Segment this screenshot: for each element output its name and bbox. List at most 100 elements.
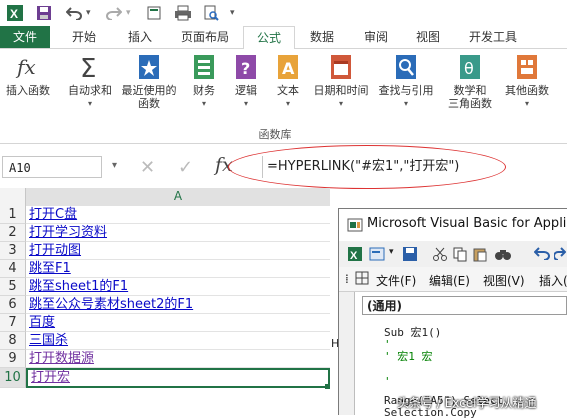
- table-row: 9 打开数据源: [0, 350, 330, 368]
- view-excel-icon[interactable]: X: [347, 246, 363, 265]
- menu-view[interactable]: 视图(V): [483, 272, 525, 289]
- tab-developer[interactable]: 开发工具: [458, 26, 528, 48]
- text-button[interactable]: A 文本 ▾: [268, 53, 308, 110]
- cell[interactable]: 打开C盘: [26, 206, 330, 224]
- lookup-reference-button[interactable]: 查找与引用 ▾: [374, 53, 438, 110]
- hyperlink[interactable]: 跳至F1: [29, 261, 71, 276]
- insert-function-button[interactable]: fx 插入函数: [0, 53, 56, 97]
- hyperlink[interactable]: 三国杀: [29, 333, 68, 348]
- star-book-icon: [136, 53, 162, 81]
- copy-icon[interactable]: [452, 246, 468, 265]
- menu-insert[interactable]: 插入(: [539, 272, 567, 289]
- row-header[interactable]: 6: [0, 296, 26, 314]
- watermark: 头条号 / Excel学习从精通: [397, 396, 537, 410]
- redo-icon[interactable]: [553, 246, 567, 263]
- logical-button[interactable]: ? 逻辑 ▾: [226, 53, 266, 110]
- insert-userform-icon[interactable]: [369, 246, 387, 265]
- tab-page-layout[interactable]: 页面布局: [170, 26, 240, 48]
- hyperlink[interactable]: 跳至sheet1的F1: [29, 279, 128, 294]
- date-time-label: 日期和时间: [313, 84, 369, 97]
- dropdown-icon[interactable]: ▾: [86, 4, 91, 22]
- autosum-button[interactable]: Σ 自动求和 ▾: [62, 53, 118, 110]
- hyperlink[interactable]: 打开学习资料: [29, 225, 107, 240]
- active-cell[interactable]: 打开宏: [26, 368, 330, 388]
- row-header[interactable]: 5: [0, 278, 26, 296]
- chevron-down-icon: ▾: [285, 99, 290, 108]
- cell[interactable]: 打开动图: [26, 242, 330, 260]
- print-icon[interactable]: [174, 4, 192, 22]
- hyperlink[interactable]: 跳至公众号素材sheet2的F1: [29, 297, 193, 312]
- cancel-icon[interactable]: ✕: [140, 157, 155, 178]
- row-header[interactable]: 1: [0, 206, 26, 224]
- tab-view[interactable]: 视图: [402, 26, 454, 48]
- cell[interactable]: 百度: [26, 314, 330, 332]
- menu-file[interactable]: 文件(F): [376, 272, 416, 289]
- tab-formulas[interactable]: 公式: [243, 26, 295, 50]
- row-header[interactable]: 4: [0, 260, 26, 278]
- svg-text:fx: fx: [15, 55, 36, 79]
- tab-data[interactable]: 数据: [296, 26, 348, 48]
- function-library-group-label: 函数库: [258, 128, 292, 141]
- row-header[interactable]: 9: [0, 350, 26, 368]
- select-all-corner[interactable]: [0, 188, 26, 206]
- column-header-a[interactable]: A: [26, 188, 330, 206]
- recently-used-label2: 函数: [138, 97, 160, 110]
- print-preview-icon[interactable]: [203, 4, 219, 22]
- tab-review[interactable]: 审阅: [350, 26, 402, 48]
- excel-logo-icon[interactable]: X: [6, 4, 24, 22]
- vba-project-pane[interactable]: [339, 292, 355, 415]
- chevron-down-icon: ▾: [87, 99, 92, 108]
- undo-icon[interactable]: [533, 246, 550, 263]
- hyperlink[interactable]: 打开宏: [31, 370, 70, 385]
- cell[interactable]: 打开数据源: [26, 350, 330, 368]
- table-row: 3 打开动图: [0, 242, 330, 260]
- finance-book-icon: [191, 53, 217, 81]
- date-time-button[interactable]: 日期和时间 ▾: [308, 53, 374, 110]
- cell[interactable]: 打开学习资料: [26, 224, 330, 242]
- vba-object-combo[interactable]: (通用): [362, 296, 567, 315]
- cell[interactable]: 三国杀: [26, 332, 330, 350]
- hyperlink[interactable]: 打开动图: [29, 243, 81, 258]
- new-icon[interactable]: [146, 4, 162, 22]
- cell[interactable]: 跳至F1: [26, 260, 330, 278]
- table-row: 8 三国杀: [0, 332, 330, 350]
- hyperlink[interactable]: 打开C盘: [29, 207, 77, 222]
- vba-menu-bar: ⁞ 文件(F) 编辑(E) 视图(V) 插入(: [339, 267, 567, 292]
- fill-handle[interactable]: [325, 384, 330, 389]
- tab-file[interactable]: 文件: [0, 26, 50, 48]
- dropdown-icon[interactable]: ▾: [126, 4, 131, 22]
- customize-dropdown-icon[interactable]: ▾: [230, 4, 235, 22]
- financial-button[interactable]: 财务 ▾: [184, 53, 224, 110]
- hyperlink[interactable]: 打开数据源: [29, 351, 94, 366]
- recently-used-button[interactable]: 最近使用的 函数: [116, 53, 182, 110]
- save-icon[interactable]: [36, 4, 52, 22]
- row-header[interactable]: 3: [0, 242, 26, 260]
- cell[interactable]: 跳至公众号素材sheet2的F1: [26, 296, 330, 314]
- table-row: 4 跳至F1: [0, 260, 330, 278]
- logical-label: 逻辑: [235, 84, 257, 97]
- cell[interactable]: 跳至sheet1的F1: [26, 278, 330, 296]
- code-comment-line: ' 宏1 宏: [384, 350, 433, 363]
- hyperlink[interactable]: 百度: [29, 315, 55, 330]
- vba-toolbar: X ▾: [339, 241, 567, 267]
- tab-insert[interactable]: 插入: [112, 26, 168, 48]
- math-trig-button[interactable]: θ 数学和 三角函数: [440, 53, 500, 110]
- menu-edit[interactable]: 编辑(E): [429, 272, 470, 289]
- save-icon[interactable]: [402, 246, 418, 265]
- paste-icon[interactable]: [472, 246, 488, 265]
- row-header[interactable]: 2: [0, 224, 26, 242]
- quick-access-toolbar: X ▾ ▾ ▾: [0, 0, 567, 26]
- tab-home[interactable]: 开始: [56, 26, 112, 48]
- row-header[interactable]: 8: [0, 332, 26, 350]
- name-box[interactable]: A10: [2, 156, 102, 178]
- find-icon[interactable]: [494, 246, 512, 265]
- redo-icon[interactable]: [106, 4, 122, 22]
- name-box-dropdown-icon[interactable]: ▾: [112, 160, 117, 171]
- chevron-down-icon[interactable]: ▾: [389, 247, 394, 257]
- undo-icon[interactable]: [66, 4, 82, 22]
- row-header[interactable]: 7: [0, 314, 26, 332]
- row-header[interactable]: 10: [0, 368, 26, 388]
- more-functions-button[interactable]: 其他函数 ▾: [500, 53, 554, 110]
- cut-icon[interactable]: [432, 246, 448, 265]
- enter-icon[interactable]: ✓: [178, 157, 193, 178]
